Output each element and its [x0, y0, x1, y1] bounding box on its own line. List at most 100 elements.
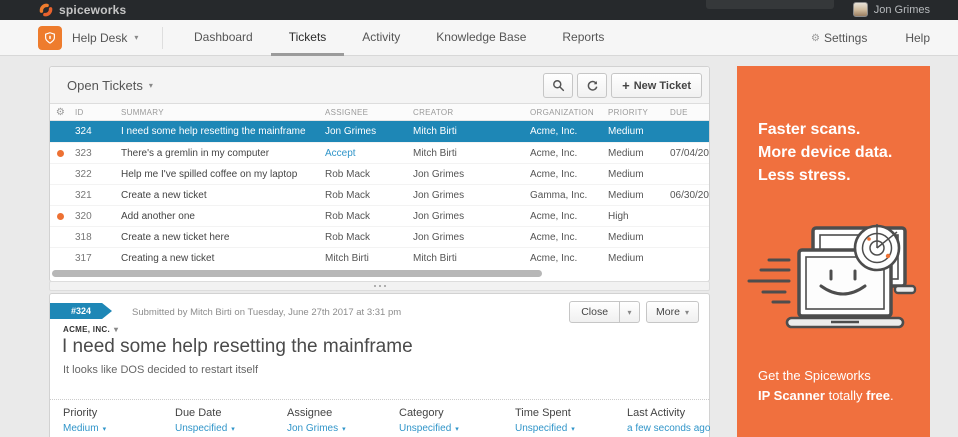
table-row-ticket-323[interactable]: 323 There's a gremlin in my computer Acc…: [50, 142, 709, 163]
more-label: More: [656, 306, 680, 318]
chevron-down-icon: ▾: [685, 308, 689, 317]
refresh-button[interactable]: [577, 73, 607, 98]
ticket-organization: Acme, Inc.: [526, 169, 604, 180]
field-value: Unspecified: [515, 423, 567, 434]
ad-footer-end: .: [890, 388, 894, 403]
nav-tab-dashboard[interactable]: Dashboard: [176, 20, 271, 56]
field-label: Priority: [63, 407, 175, 419]
ad-headline-line1: Faster scans.: [758, 118, 892, 141]
organization-dropdown[interactable]: ACME, INC. ▾: [63, 325, 118, 334]
help-link[interactable]: Help: [905, 31, 930, 45]
nav-tab-activity[interactable]: Activity: [344, 20, 418, 56]
ticket-summary: I need some help resetting the mainframe: [117, 126, 321, 137]
table-row-ticket-318[interactable]: 318 Create a new ticket here Rob Mack Jo…: [50, 226, 709, 247]
ticket-id: 324: [71, 126, 117, 137]
settings-link[interactable]: ⚙ Settings: [811, 31, 867, 45]
table-header: ⚙ ID SUMMARY ASSIGNEE CREATOR ORGANIZATI…: [50, 104, 709, 121]
laptop-scanner-illustration-icon: [747, 224, 919, 342]
new-ticket-button[interactable]: + New Ticket: [611, 73, 702, 98]
ticket-id: 318: [71, 232, 117, 243]
plus-icon: +: [622, 78, 630, 93]
field-assignee: Assignee Jon Grimes ▾: [287, 407, 399, 434]
column-header-organization[interactable]: ORGANIZATION: [526, 108, 604, 117]
nav-tab-knowledge-base[interactable]: Knowledge Base: [418, 20, 544, 56]
ticket-creator: Jon Grimes: [409, 211, 526, 222]
nav-tab-reports[interactable]: Reports: [544, 20, 622, 56]
help-label: Help: [905, 31, 930, 45]
close-ticket-button[interactable]: Close: [569, 301, 620, 323]
spiceworks-swirl-icon: [38, 2, 54, 18]
ticket-creator: Jon Grimes: [409, 190, 526, 201]
column-header-assignee[interactable]: ASSIGNEE: [321, 108, 409, 117]
scrollbar-thumb[interactable]: [52, 270, 542, 277]
priority-dropdown[interactable]: Medium ▾: [63, 423, 175, 434]
fields-divider: [50, 399, 709, 400]
ticket-id: 323: [71, 148, 117, 159]
ticket-assignee: Rob Mack: [321, 190, 409, 201]
column-settings-gear-icon[interactable]: ⚙: [50, 107, 71, 118]
chevron-down-icon: ▾: [103, 425, 107, 433]
column-header-id[interactable]: ID: [71, 108, 117, 117]
column-header-summary[interactable]: SUMMARY: [117, 108, 321, 117]
ip-scanner-ad[interactable]: Faster scans. More device data. Less str…: [737, 66, 930, 437]
top-bar: spiceworks Jon Grimes: [0, 0, 958, 20]
ad-footer-bold-ip-scanner: IP Scanner: [758, 388, 825, 403]
unread-dot-icon: [57, 213, 64, 220]
app-switcher[interactable]: Help Desk ▾: [72, 20, 138, 56]
time-spent-dropdown[interactable]: Unspecified ▾: [515, 423, 627, 434]
ticket-assignee: Rob Mack: [321, 169, 409, 180]
spiceworks-helpdesk-app: spiceworks Jon Grimes Help Desk ▾ Dashbo…: [0, 0, 958, 437]
ticket-due: 07/04/20: [666, 148, 709, 159]
field-label: Time Spent: [515, 407, 627, 419]
ticket-filter-dropdown[interactable]: Open Tickets ▾: [67, 67, 153, 104]
table-row-ticket-324[interactable]: 324 I need some help resetting the mainf…: [50, 121, 709, 142]
ticket-creator: Jon Grimes: [409, 169, 526, 180]
helpdesk-app-button[interactable]: [38, 26, 62, 50]
ticket-filter-label: Open Tickets: [67, 67, 143, 104]
assignee-dropdown[interactable]: Jon Grimes ▾: [287, 423, 399, 434]
brand-name: spiceworks: [59, 3, 126, 17]
ticket-detail-actions: Close ▾ More ▾: [569, 301, 699, 323]
ticket-due: 06/30/20: [666, 190, 709, 201]
chevron-down-icon: ▾: [134, 20, 138, 56]
ticket-description: It looks like DOS decided to restart its…: [63, 364, 258, 376]
table-row-ticket-320[interactable]: 320 Add another one Rob Mack Jon Grimes …: [50, 205, 709, 226]
ticket-priority: High: [604, 211, 666, 222]
ticket-summary: Creating a new ticket: [117, 253, 321, 264]
column-header-creator[interactable]: CREATOR: [409, 108, 526, 117]
ticket-detail-panel: #324 Submitted by Mitch Birti on Tuesday…: [49, 293, 710, 437]
nav-right: ⚙ Settings Help: [811, 20, 930, 56]
tickets-panel-header: Open Tickets ▾ +: [50, 67, 709, 104]
table-row-ticket-321[interactable]: 321 Create a new ticket Rob Mack Jon Gri…: [50, 184, 709, 205]
field-label: Assignee: [287, 407, 399, 419]
ticket-assignee: Jon Grimes: [321, 126, 409, 137]
category-dropdown[interactable]: Unspecified ▾: [399, 423, 515, 434]
table-row-ticket-322[interactable]: 322 Help me I've spilled coffee on my la…: [50, 163, 709, 184]
ticket-summary: There's a gremlin in my computer: [117, 148, 321, 159]
field-value: Unspecified: [175, 423, 227, 434]
new-ticket-label: New Ticket: [634, 80, 691, 92]
user-menu[interactable]: Jon Grimes: [853, 2, 930, 17]
app-name: Help Desk: [72, 20, 127, 56]
ticket-summary: Help me I've spilled coffee on my laptop: [117, 169, 321, 180]
ticket-organization: Acme, Inc.: [526, 232, 604, 243]
ad-headline-line3: Less stress.: [758, 164, 892, 187]
column-header-priority[interactable]: PRIORITY: [604, 108, 666, 117]
field-priority: Priority Medium ▾: [63, 407, 175, 434]
pane-splitter-handle[interactable]: [49, 281, 710, 291]
accept-ticket-link[interactable]: Accept: [321, 148, 409, 159]
nav-tab-tickets[interactable]: Tickets: [271, 20, 345, 56]
horizontal-scrollbar[interactable]: [52, 269, 707, 279]
field-value: a few seconds ago: [627, 423, 710, 434]
search-button[interactable]: [543, 73, 573, 98]
topbar-search-input[interactable]: [706, 0, 834, 9]
spiceworks-logo[interactable]: spiceworks: [38, 2, 126, 18]
table-row-ticket-317[interactable]: 317 Creating a new ticket Mitch Birti Mi…: [50, 247, 709, 268]
field-due-date: Due Date Unspecified ▾: [175, 407, 287, 434]
chevron-down-icon: ▾: [455, 425, 459, 433]
close-options-button[interactable]: ▾: [620, 301, 640, 323]
due-date-dropdown[interactable]: Unspecified ▾: [175, 423, 287, 434]
field-category: Category Unspecified ▾: [399, 407, 515, 434]
more-button[interactable]: More ▾: [646, 301, 699, 323]
column-header-due[interactable]: DUE: [666, 108, 709, 117]
